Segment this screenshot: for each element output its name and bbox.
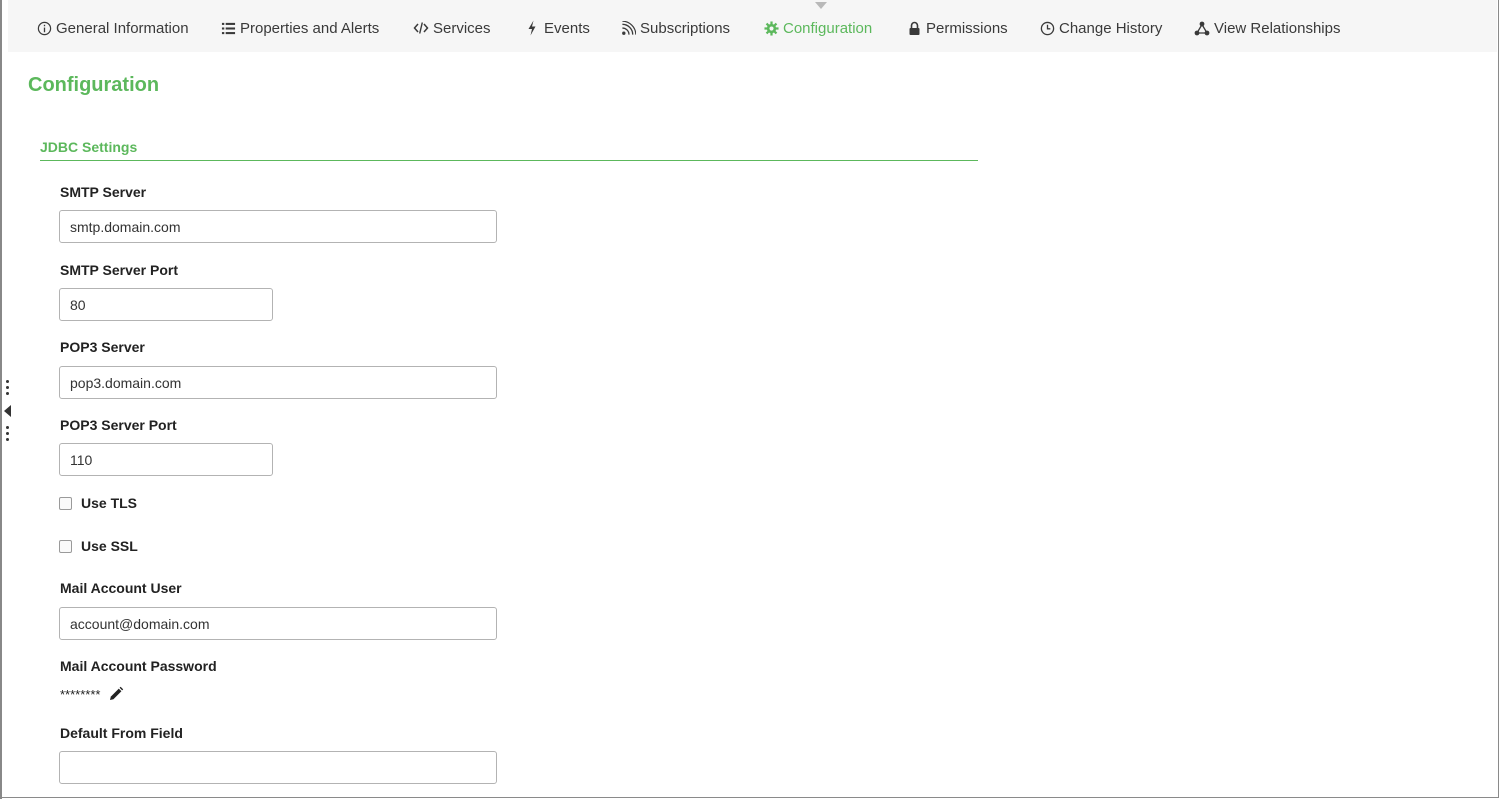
pop3-server-label: POP3 Server <box>60 339 145 355</box>
tab-subscriptions[interactable]: Subscriptions <box>620 18 730 38</box>
mail-user-input[interactable] <box>59 607 497 640</box>
pencil-edit-icon[interactable] <box>108 686 124 702</box>
use-ssl-label: Use SSL <box>81 538 138 554</box>
collapse-arrow-icon <box>4 405 11 417</box>
tab-general-information[interactable]: General Information <box>36 18 189 38</box>
pop3-server-input[interactable] <box>59 366 497 399</box>
tab-label: Permissions <box>926 19 1008 37</box>
grip-dots-icon <box>6 426 9 444</box>
info-circle-icon <box>36 20 52 36</box>
section-divider <box>40 160 978 161</box>
tab-events[interactable]: Events <box>524 18 590 38</box>
network-icon <box>1194 20 1210 36</box>
use-ssl-checkbox[interactable] <box>59 539 72 553</box>
default-from-input[interactable] <box>59 751 497 784</box>
left-edge <box>0 0 2 799</box>
tab-configuration[interactable]: Configuration <box>763 18 872 38</box>
smtp-server-label: SMTP Server <box>60 184 147 200</box>
lightning-bolt-icon <box>524 20 540 36</box>
mail-password-mask: ******** <box>60 686 101 702</box>
tab-label: Services <box>433 19 491 37</box>
tab-bar: General Information Properties and Alert… <box>8 0 1497 52</box>
code-icon <box>413 20 429 36</box>
tab-label: General Information <box>56 19 189 37</box>
use-tls-checkbox[interactable] <box>59 496 72 510</box>
default-from-label: Default From Field <box>60 725 183 741</box>
smtp-port-label: SMTP Server Port <box>60 262 179 278</box>
smtp-port-input[interactable] <box>59 288 273 321</box>
gear-icon <box>763 20 779 36</box>
page-title: Configuration <box>28 74 160 96</box>
mail-password-label: Mail Account Password <box>60 658 217 674</box>
active-tab-caret <box>815 2 827 9</box>
lock-icon <box>906 20 922 36</box>
sidebar-splitter-handle[interactable] <box>3 380 13 444</box>
tab-change-history[interactable]: Change History <box>1039 18 1162 38</box>
use-tls-label: Use TLS <box>81 495 138 511</box>
tab-view-relationships[interactable]: View Relationships <box>1194 18 1340 38</box>
pop3-port-input[interactable] <box>59 443 273 476</box>
clock-icon <box>1039 20 1055 36</box>
window-frame <box>0 0 1499 798</box>
grip-dots-icon <box>6 380 9 398</box>
tab-label: Configuration <box>783 19 873 37</box>
list-icon <box>220 20 236 36</box>
use-ssl-row: Use SSL <box>59 538 138 554</box>
tab-permissions[interactable]: Permissions <box>906 18 1008 38</box>
pop3-port-label: POP3 Server Port <box>60 417 177 433</box>
tab-properties-and-alerts[interactable]: Properties and Alerts <box>220 18 379 38</box>
tab-label: View Relationships <box>1214 19 1341 37</box>
mail-password-row: ******** <box>60 686 124 702</box>
smtp-server-input[interactable] <box>59 210 497 243</box>
tab-label: Subscriptions <box>640 19 731 37</box>
section-title: JDBC Settings <box>40 139 138 155</box>
mail-user-label: Mail Account User <box>60 580 182 596</box>
feed-icon <box>620 20 636 36</box>
use-tls-row: Use TLS <box>59 495 137 511</box>
tab-label: Change History <box>1059 19 1163 37</box>
tab-label: Events <box>544 19 590 37</box>
tab-label: Properties and Alerts <box>240 19 380 37</box>
tab-services[interactable]: Services <box>413 18 491 38</box>
